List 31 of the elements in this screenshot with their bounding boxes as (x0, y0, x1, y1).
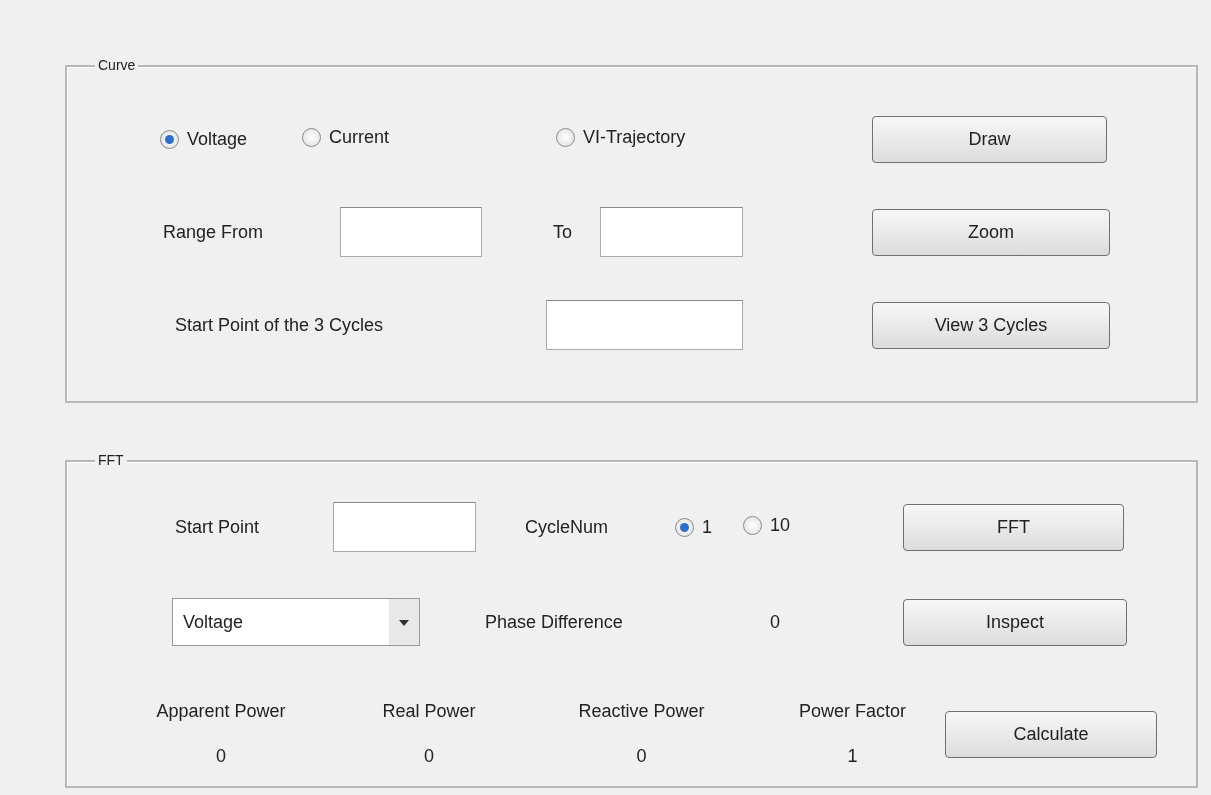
radio-option[interactable]: 1 (675, 514, 712, 541)
inspect-button[interactable]: Inspect (903, 598, 1127, 646)
input-field[interactable] (600, 207, 743, 257)
label-text: Start Point of the 3 Cycles (175, 313, 385, 337)
label-text: CycleNum (525, 515, 609, 539)
value-text: 0 (636, 745, 647, 768)
value-text: 0 (424, 745, 434, 768)
radio-option[interactable]: 10 (743, 511, 791, 539)
label-text: Real Power (382, 700, 476, 723)
input-field[interactable] (340, 207, 482, 257)
label-text: Start Point (175, 515, 261, 539)
input-field[interactable] (333, 502, 476, 552)
radio-option[interactable]: Current (302, 123, 390, 151)
calculate-button[interactable]: Calculate (945, 710, 1157, 758)
value-text: 1 (847, 745, 858, 768)
value-text: 0 (216, 745, 226, 768)
label-text: Reactive Power (578, 700, 705, 723)
radio-option[interactable]: Voltage (160, 126, 248, 153)
label-text: Range From (163, 220, 265, 244)
fft-button[interactable]: FFT (903, 503, 1124, 551)
radio-option[interactable]: VI-Trajectory (556, 123, 686, 151)
signal-dropdown[interactable]: Voltage (172, 598, 420, 646)
input-field[interactable] (546, 300, 743, 350)
label-text: To (553, 220, 573, 244)
label-text: Phase Difference (485, 610, 624, 634)
view-cycles-button[interactable]: View 3 Cycles (872, 301, 1110, 349)
label-text: Power Factor (798, 700, 906, 723)
value-text: 0 (770, 610, 781, 634)
label-text: Apparent Power (156, 700, 286, 723)
zoom-button[interactable]: Zoom (872, 208, 1110, 256)
draw-button[interactable]: Draw (872, 115, 1107, 163)
